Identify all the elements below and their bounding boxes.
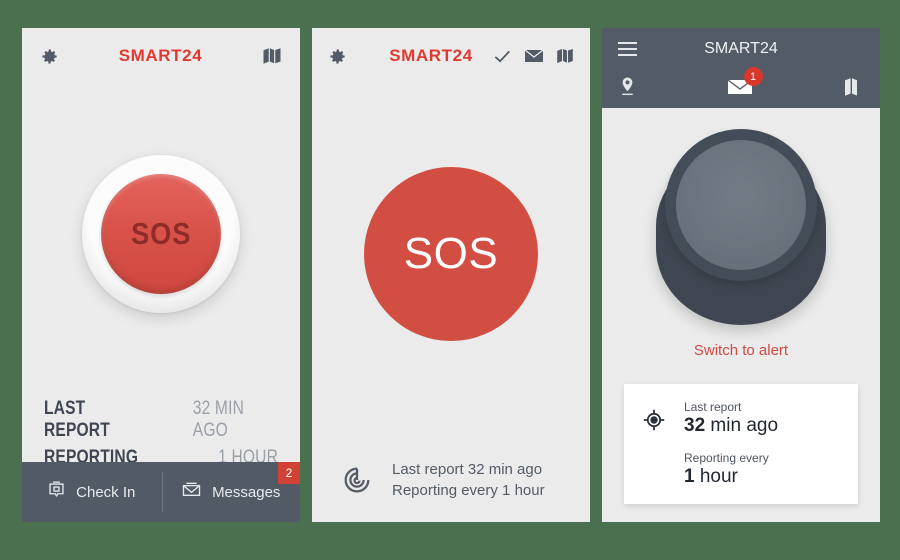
panel2-footer: Last report 32 min ago Reporting every 1…: [312, 459, 590, 503]
panel2-footer-text: Last report 32 min ago Reporting every 1…: [392, 459, 545, 503]
check-icon[interactable]: [493, 48, 512, 65]
messages-badge: 1: [743, 67, 763, 86]
panel2-sos-area: SOS: [312, 84, 590, 424]
tab-messages[interactable]: Messages 2: [160, 462, 300, 522]
check-in-icon: [47, 480, 66, 505]
tab-divider: [161, 472, 163, 512]
alert-button-face: [676, 140, 806, 270]
tab-check-in[interactable]: Check In: [22, 462, 161, 522]
tab-check-in-label: Check In: [76, 483, 136, 501]
map-icon[interactable]: [556, 47, 574, 65]
panel1-stats: LAST REPORT 32 MIN AGO REPORTING 1 HOUR: [22, 398, 300, 469]
sos-button-label: SOS: [130, 216, 192, 251]
phone-screen-flat: SMART24 SOS Last report 32 min ago Repor…: [312, 28, 590, 522]
messages-badge: 2: [278, 462, 300, 484]
panel1-sos-area: SOS: [22, 84, 300, 384]
last-report-text: Last report 32 min ago: [392, 460, 543, 478]
panel3-messages-button[interactable]: 1: [726, 67, 763, 102]
panel1-header: SMART24: [22, 28, 300, 84]
sos-button[interactable]: SOS: [101, 174, 221, 294]
status-card: Last report 32 min ago Reporting every 1…: [624, 384, 858, 504]
tab-messages-label: Messages: [212, 483, 281, 501]
gear-icon[interactable]: [40, 47, 59, 66]
status-value-number: 32: [684, 415, 706, 436]
panel2-header-icons: [493, 47, 574, 65]
status-value: 1 hour: [684, 466, 778, 488]
panel1-tabbar: Check In Messages 2: [22, 462, 300, 522]
envelope-icon: [181, 480, 202, 504]
panel3-title: SMART24: [704, 40, 778, 57]
sos-button-label: SOS: [403, 229, 499, 278]
stat-row: LAST REPORT 32 MIN AGO: [44, 398, 278, 442]
panel3-header-top: SMART24: [602, 28, 880, 70]
panel3-alert-area: [602, 108, 880, 340]
map-icon[interactable]: [844, 77, 862, 102]
sos-button[interactable]: SOS: [364, 167, 538, 341]
status-caption: Last report: [684, 400, 742, 414]
alert-button[interactable]: [656, 129, 826, 325]
sos-button-bezel: SOS: [82, 155, 240, 313]
status-value-number: 1: [684, 466, 695, 487]
status-value-unit: hour: [694, 466, 738, 487]
location-pin-icon[interactable]: [620, 76, 635, 102]
crosshair-icon: [642, 400, 666, 488]
panel2-header: SMART24: [312, 28, 590, 84]
stat-value: 32 MIN AGO: [192, 398, 244, 441]
status-value: 32 min ago: [684, 415, 778, 437]
status-row: Reporting every 1 hour: [684, 451, 778, 488]
panel3-header: SMART24 1: [602, 28, 880, 108]
beacon-icon: [340, 463, 374, 497]
phone-screen-classic: SMART24 SOS LAST REPORT 32 MIN AGO REPOR…: [22, 28, 300, 522]
screenshot-stage: SMART24 SOS LAST REPORT 32 MIN AGO REPOR…: [0, 0, 900, 560]
panel3-header-tabs: 1: [602, 67, 880, 108]
phone-screen-material: SMART24 1 Switch to alert Last report 32…: [602, 28, 880, 522]
status-value-unit: min ago: [705, 415, 779, 436]
status-row: Last report 32 min ago: [684, 400, 778, 437]
panel2-title: SMART24: [389, 46, 473, 65]
status-card-body: Last report 32 min ago Reporting every 1…: [684, 400, 778, 488]
gear-icon[interactable]: [328, 47, 347, 66]
map-icon[interactable]: [262, 47, 282, 65]
panel1-title: SMART24: [118, 46, 203, 65]
reporting-text: Reporting every 1 hour: [392, 482, 545, 500]
switch-to-alert-label[interactable]: Switch to alert: [602, 342, 880, 359]
envelope-icon[interactable]: [524, 48, 544, 64]
stat-label: LAST REPORT: [44, 398, 110, 441]
status-caption: Reporting every: [684, 451, 769, 465]
